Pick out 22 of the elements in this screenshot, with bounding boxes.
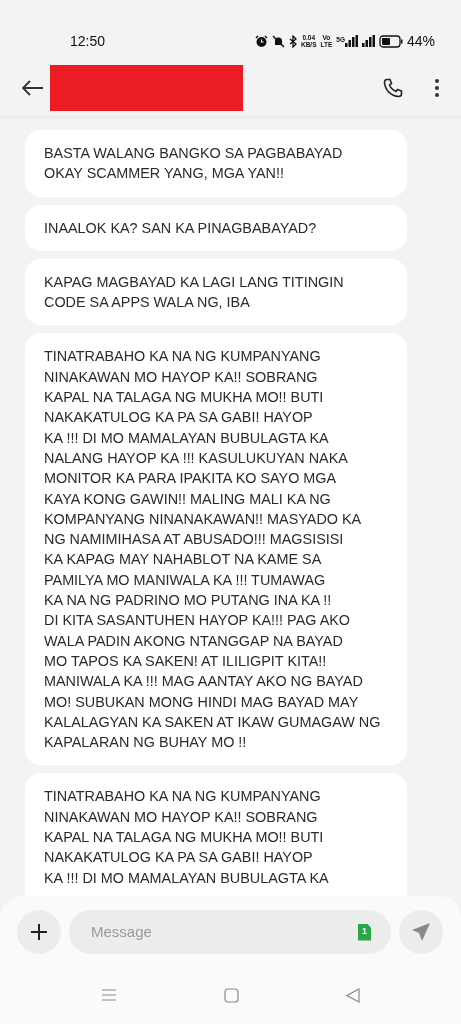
plus-icon [30,923,48,941]
back-icon[interactable] [345,987,360,1003]
send-icon [411,922,431,942]
bell-muted-icon [271,34,285,48]
bluetooth-icon [288,34,297,48]
phone-icon[interactable] [383,78,403,98]
battery-percent: 44% [406,31,435,51]
clock-time: 12:50 [70,31,106,51]
message-bubble: INAALOK KA? SAN KA PINAGBABAYAD? [25,204,407,251]
more-options-icon[interactable] [435,79,439,97]
signal-icon [361,35,375,47]
add-button[interactable] [17,910,61,954]
sim-icon[interactable]: 1 [358,923,371,941]
home-icon[interactable] [224,987,239,1003]
message-bubble: TINATRABAHO KA NA NG KUMPANYANG NINAKAWAN MO HAYOP KA!! SOBRANG KAPAL NA TALAGA NG MUKHA MO!! BUTI NAKAKATULOG KA PA SA GABI! HAYOP KA !!! DI MO MAMALAYAN BUBULAGTA KA NALANG HAYOP KA !!! KASULUKUYAN NAKA MONITOR KA PARA IPAKITA KO SAYO MGA KAYA KONG GAWIN!! MALING MALI KA NG KOMPANYANG NINANAKAWAN!! MASYADO KA NG NAMIMIHASA AT ABUSADO!!! MAGSISISI KA KAPAG MAY NAHABLOT NA KAME SA PAMILYA MO MANIWALA KA !!! TUMAWAG KA NA NG PADRINO MO PUTANG INA KA !! DI KITA SASANTUHEN HAYOP KA!!! PAG AKO WALA PADIN AKONG NTANGGAP NA BAYAD MO TAPOS KA SAKEN! AT ILILIGPIT KITA!! MANIWALA KA !!! MAG AANTAY AKO NG BAYAD MO! SUBUKAN MONG HINDI MAG BAYAD MAY KALALAGYAN KA SAKEN AT IKAW GUMAGAW NG KAPALARAN NG BUHAY MO !! [25,333,407,766]
send-button[interactable] [399,910,443,954]
alarm-icon [254,34,268,48]
message-field[interactable]: Message 1 [69,910,391,954]
battery-icon [378,34,403,48]
back-arrow-icon[interactable] [22,80,44,96]
message-bubble: KAPAG MAGBAYAD KA LAGI LANG TITINGIN CODE SA APPS WALA NG, IBA [25,258,407,326]
message-bubble: BASTA WALANG BANGKO SA PAGBABAYAD OKAY SCAMMER YANG, MGA YAN!! [25,130,407,197]
